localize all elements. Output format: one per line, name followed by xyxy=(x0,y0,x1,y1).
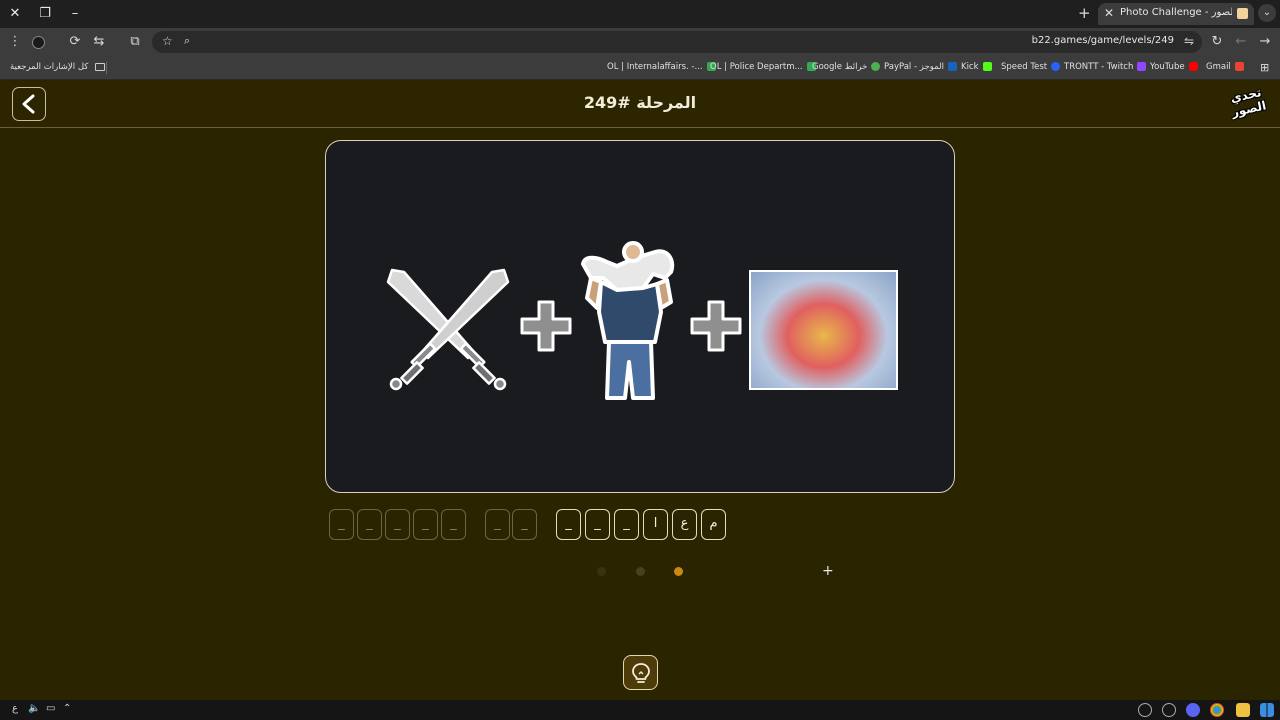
bookmark-item[interactable]: Speed Test xyxy=(1001,62,1061,72)
bookmark-label: Gmail xyxy=(1206,62,1231,72)
bookmark-item[interactable]: OL | Police Departm... xyxy=(710,62,816,72)
taskbar: ع 🔈 ▭ ⌃ xyxy=(0,700,1280,720)
tab-menu-icon[interactable]: ⌄ xyxy=(1258,4,1276,22)
screen-icon[interactable] xyxy=(1162,703,1176,717)
letter-slot[interactable]: _ xyxy=(512,509,537,540)
all-bookmarks-label: كل الإشارات المرجعية xyxy=(10,62,89,72)
bookmark-label: Speed Test xyxy=(1001,62,1048,72)
plus-icon xyxy=(520,300,572,352)
windows-icon[interactable] xyxy=(1260,703,1274,717)
bookmark-label: OL | Police Departm... xyxy=(710,62,803,72)
reload-icon[interactable]: ↻ xyxy=(1208,33,1226,51)
extensions-puzzle-icon[interactable]: ⧉ xyxy=(126,33,144,51)
all-bookmarks-folder[interactable]: كل الإشارات المرجعية xyxy=(10,62,106,72)
letter-slot[interactable]: _ xyxy=(614,509,639,540)
browser-tab[interactable]: ✕ Photo Challenge - تحدي الصور xyxy=(1098,3,1254,25)
pagination-dot-active[interactable] xyxy=(674,567,683,576)
game-logo[interactable]: تحدي الصور xyxy=(1223,84,1273,126)
browser-toolbar: ⋮ ⟳ ⇆ ⧉ ☆ ⌕ b22.games/game/levels/249 ⇋ … xyxy=(0,28,1280,56)
folder-icon xyxy=(95,62,106,71)
game-header: المرحلة #249 تحدي الصور xyxy=(0,81,1280,128)
tab-title: Photo Challenge - تحدي الصور xyxy=(1120,7,1232,18)
bookmarks-bar: كل الإشارات المرجعية OL | Internalaffair… xyxy=(0,56,1280,80)
crossed-swords-icon xyxy=(386,268,510,391)
bookmark-label: PayPal - الموجز xyxy=(884,62,944,72)
letter-slot[interactable]: _ xyxy=(556,509,581,540)
bookmark-label: OL | Internalaffairs. -... xyxy=(607,62,703,72)
back-button[interactable] xyxy=(12,87,46,121)
bookmark-label: TRONTT - Twitch xyxy=(1064,62,1134,72)
menu-icon[interactable]: ⋮ xyxy=(6,33,24,51)
bookmark-item[interactable]: TRONTT - Twitch xyxy=(1064,62,1147,72)
bookmark-item[interactable]: OL | Internalaffairs. -... xyxy=(607,62,716,72)
letter-slot[interactable]: _ xyxy=(585,509,610,540)
letter-slot[interactable]: _ xyxy=(329,509,354,540)
maps-icon xyxy=(871,62,881,71)
new-tab-icon[interactable]: + xyxy=(1078,4,1091,22)
letter-slot-filled[interactable]: ع xyxy=(672,509,697,540)
screenshot-icon[interactable]: ⟳ xyxy=(66,33,84,51)
youtube-icon xyxy=(1188,62,1198,71)
extension-icon[interactable] xyxy=(32,36,45,49)
crosshair-cursor: + xyxy=(822,563,834,579)
pagination-dot[interactable] xyxy=(597,567,606,576)
level-title: المرحلة #249 xyxy=(583,93,697,112)
bookmark-label: Google خرائط xyxy=(812,62,868,72)
tune-icon[interactable]: ⇋ xyxy=(1184,34,1194,48)
letter-slot[interactable]: _ xyxy=(441,509,466,540)
tab-close-icon[interactable]: ✕ xyxy=(1104,6,1114,20)
volume-icon[interactable]: 🔈 xyxy=(28,703,40,714)
zoom-icon[interactable]: ⌕ xyxy=(184,34,190,48)
language-indicator[interactable]: ع xyxy=(12,703,18,714)
bookmark-label: YouTube xyxy=(1150,62,1185,72)
letter-slot-filled[interactable]: ا xyxy=(643,509,668,540)
chevron-up-icon[interactable]: ⌃ xyxy=(63,703,71,714)
folder-icon[interactable] xyxy=(1236,703,1250,717)
pagination-dot[interactable] xyxy=(636,567,645,576)
forward-icon[interactable]: → xyxy=(1256,33,1274,51)
letter-slot-filled[interactable]: م xyxy=(701,509,726,540)
restore-window-icon[interactable]: ❐ xyxy=(36,5,54,23)
kick-icon xyxy=(982,62,992,71)
letter-slot[interactable]: _ xyxy=(357,509,382,540)
url-text[interactable]: b22.games/game/levels/249 xyxy=(1032,35,1174,46)
address-bar[interactable]: ☆ ⌕ b22.games/game/levels/249 ⇋ xyxy=(152,31,1202,53)
father-carrying-child-image xyxy=(581,241,675,400)
tab-bar: ✕ ❐ – + ✕ Photo Challenge - تحدي الصور ⌄ xyxy=(0,0,1280,28)
letter-slot[interactable]: _ xyxy=(413,509,438,540)
bookmark-label: Kick xyxy=(961,62,979,72)
chrome-icon[interactable] xyxy=(1210,703,1224,717)
translate-icon[interactable]: ⇆ xyxy=(90,33,108,51)
letter-slot[interactable]: _ xyxy=(485,509,510,540)
bookmark-star-icon[interactable]: ☆ xyxy=(162,34,173,48)
intestines-image xyxy=(749,270,898,390)
apps-grid-icon[interactable]: ⊞ xyxy=(1260,61,1269,74)
back-icon[interactable]: ← xyxy=(1232,33,1250,51)
bookmark-item[interactable]: YouTube xyxy=(1150,62,1198,72)
bookmark-item[interactable]: Gmail xyxy=(1206,62,1244,72)
bookmark-item[interactable]: Google خرائط xyxy=(812,62,881,72)
clock-icon[interactable] xyxy=(1138,703,1152,717)
discord-icon[interactable] xyxy=(1186,703,1200,717)
lightbulb-icon xyxy=(632,663,650,683)
letter-slot[interactable]: _ xyxy=(385,509,410,540)
tab-favicon-icon xyxy=(1237,8,1248,19)
close-window-icon[interactable]: ✕ xyxy=(6,5,24,23)
speedtest-icon xyxy=(1051,62,1061,71)
bookmark-item[interactable]: PayPal - الموجز xyxy=(884,62,957,72)
bookmark-item[interactable]: Kick xyxy=(961,62,992,72)
network-icon[interactable]: ▭ xyxy=(46,703,55,714)
minimize-window-icon[interactable]: – xyxy=(66,5,84,23)
paypal-icon xyxy=(947,62,957,71)
chevron-left-icon xyxy=(22,94,35,114)
twitch-icon xyxy=(1137,62,1147,71)
plus-icon xyxy=(690,300,742,352)
gmail-icon xyxy=(1234,62,1244,71)
bookmarks-divider xyxy=(106,62,107,74)
hint-button[interactable] xyxy=(623,655,658,690)
